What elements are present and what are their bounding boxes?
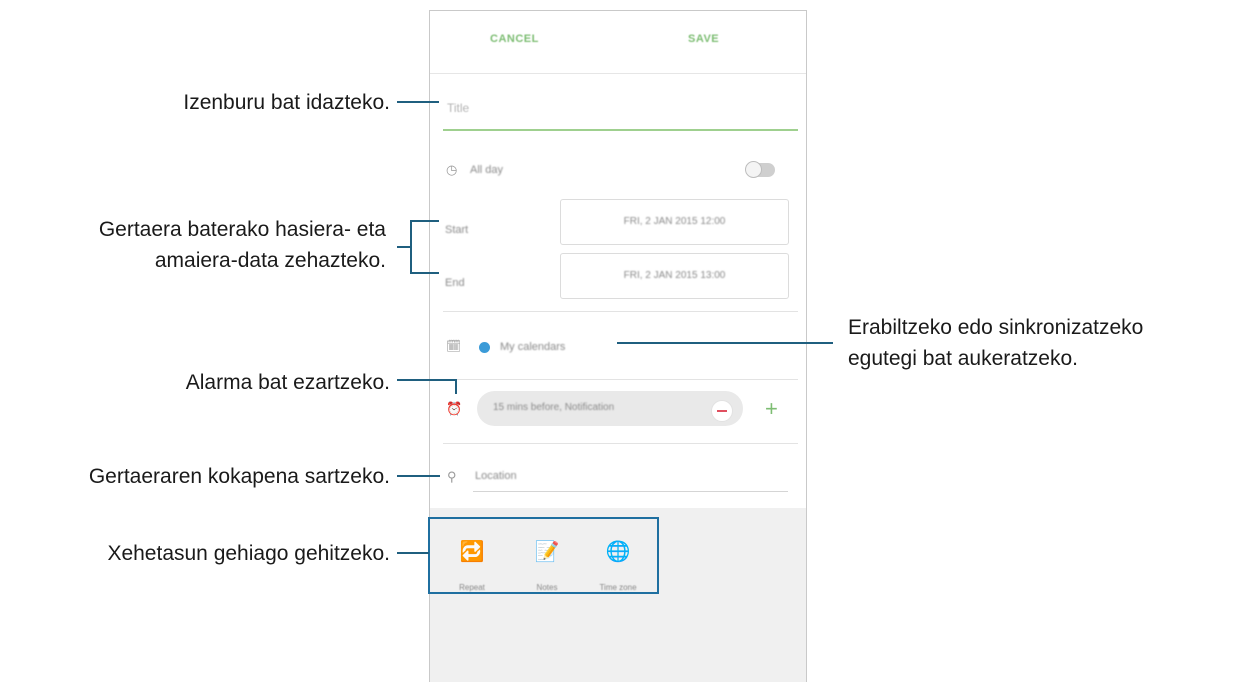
end-date-value: FRI, 2 JAN 2015 13:00 <box>623 270 726 281</box>
calendar-selector[interactable]: My calendars <box>500 341 565 353</box>
location-underline <box>473 491 788 492</box>
calendar-color-dot <box>479 342 490 353</box>
divider <box>443 311 798 312</box>
annotation-calendar-line1: Erabiltzeko edo sinkronizatzeko <box>848 316 1144 339</box>
annotation-alarm: Alarma bat ezartzeko. <box>185 371 390 394</box>
details-highlight-box <box>428 517 659 594</box>
all-day-toggle[interactable] <box>745 161 775 178</box>
title-input[interactable]: Title <box>443 91 798 131</box>
leader-line <box>397 246 411 248</box>
cancel-button[interactable]: CANCEL <box>490 33 539 45</box>
leader-line <box>397 101 439 103</box>
dates-bracket <box>410 220 439 274</box>
all-day-label: All day <box>470 164 504 176</box>
location-pin-icon: ⚲ <box>447 469 457 484</box>
annotation-calendar-line2: egutegi bat aukeratzeko. <box>848 347 1078 370</box>
start-date-value: FRI, 2 JAN 2015 12:00 <box>623 216 726 227</box>
end-label: End <box>445 277 465 289</box>
annotation-dates-line1: Gertaera baterako hasiera- eta <box>98 218 386 241</box>
leader-line <box>617 342 833 344</box>
annotation-title: Izenburu bat idazteko. <box>183 91 390 114</box>
alarm-icon: ⏰ <box>446 401 463 416</box>
add-alarm-button[interactable]: + <box>765 398 778 420</box>
title-placeholder: Title <box>447 101 470 115</box>
end-date-field[interactable]: FRI, 2 JAN 2015 13:00 <box>560 253 789 299</box>
start-date-field[interactable]: FRI, 2 JAN 2015 12:00 <box>560 199 789 245</box>
leader-line <box>397 475 440 477</box>
top-bar: CANCEL SAVE <box>430 11 806 74</box>
save-button[interactable]: SAVE <box>688 33 719 45</box>
annotation-details: Xehetasun gehiago gehitzeko. <box>107 542 390 565</box>
leader-line <box>397 379 457 381</box>
calendar-icon: 🗓 <box>446 339 462 353</box>
divider <box>443 379 798 380</box>
alarm-field[interactable]: 15 mins before, Notification <box>477 391 743 426</box>
leader-line <box>397 552 429 554</box>
remove-alarm-button[interactable] <box>711 400 733 422</box>
start-label: Start <box>445 224 469 236</box>
location-input[interactable]: Location <box>475 470 517 482</box>
annotation-dates-line2: amaiera-data zehazteko. <box>154 249 386 272</box>
annotation-location: Gertaeraren kokapena sartzeko. <box>88 465 390 488</box>
divider <box>443 443 798 444</box>
alarm-value: 15 mins before, Notification <box>493 402 615 413</box>
leader-line <box>455 379 457 394</box>
clock-icon: ◷ <box>446 162 458 177</box>
